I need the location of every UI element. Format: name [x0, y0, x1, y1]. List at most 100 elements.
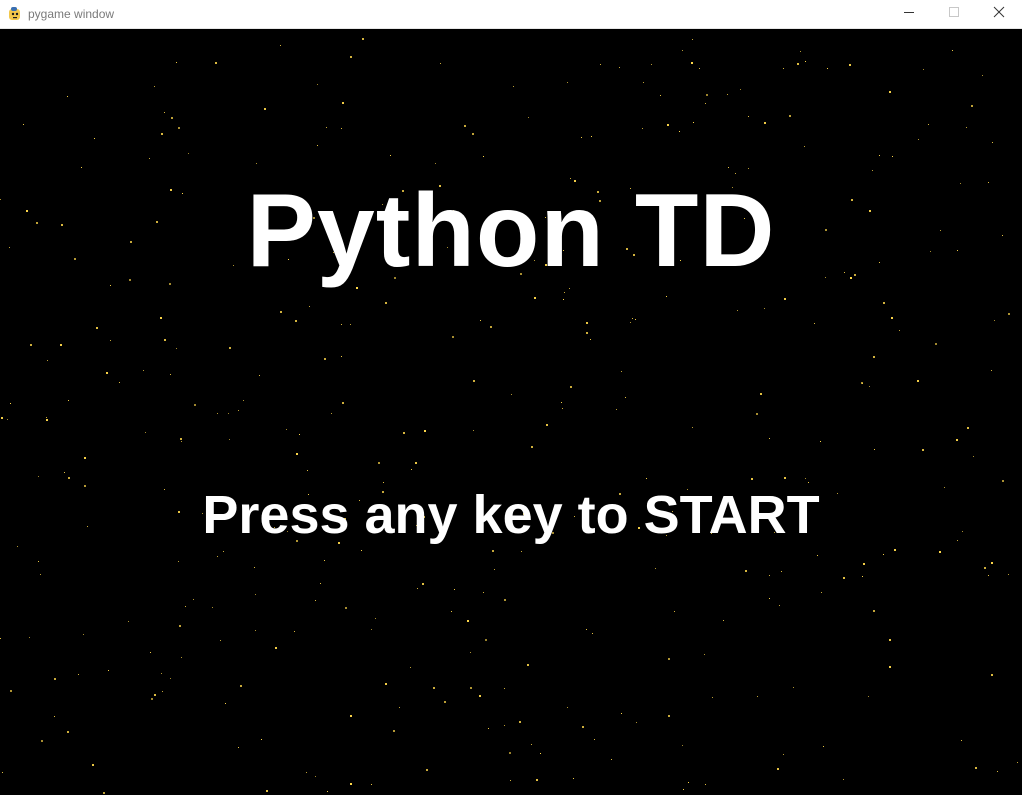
star [444, 701, 446, 703]
star [991, 370, 992, 371]
star [324, 560, 325, 561]
star [635, 319, 636, 320]
star [757, 696, 758, 697]
star [296, 453, 298, 455]
star [889, 91, 891, 93]
star [170, 374, 171, 375]
star [668, 658, 670, 660]
star [570, 386, 572, 388]
star [781, 571, 782, 572]
star [928, 124, 929, 125]
star [917, 380, 919, 382]
game-title: Python TD [246, 173, 776, 289]
star [341, 128, 342, 129]
star [872, 170, 873, 171]
starfield [0, 38, 1018, 794]
star [350, 715, 352, 717]
star [149, 158, 150, 159]
star [326, 127, 327, 128]
star [383, 482, 384, 483]
star [563, 299, 564, 300]
close-icon [993, 5, 1005, 23]
star [655, 568, 656, 569]
star [511, 394, 512, 395]
star [821, 592, 822, 593]
maximize-button[interactable] [931, 0, 977, 28]
star [78, 674, 79, 675]
star [154, 86, 155, 87]
star [692, 427, 693, 428]
star [561, 402, 562, 403]
star [994, 320, 995, 321]
star [666, 296, 667, 297]
star [426, 769, 428, 771]
star [38, 476, 39, 477]
minimize-button[interactable] [886, 0, 932, 28]
star [899, 330, 900, 331]
star [154, 694, 156, 696]
star [180, 438, 182, 440]
star [410, 667, 411, 668]
star [764, 308, 765, 309]
star [29, 637, 30, 638]
title-bar[interactable]: pygame window [0, 0, 1022, 29]
close-button[interactable] [976, 0, 1022, 28]
star [581, 137, 582, 138]
star [10, 403, 11, 404]
star [961, 740, 962, 741]
star [151, 698, 153, 700]
star [586, 629, 587, 630]
star [422, 583, 424, 585]
star [997, 771, 998, 772]
star [255, 594, 256, 595]
star [67, 96, 68, 97]
star [161, 133, 163, 135]
star [600, 64, 601, 65]
star [756, 413, 758, 415]
star [922, 449, 924, 451]
star [988, 575, 989, 576]
star [704, 654, 705, 655]
star [679, 131, 680, 132]
star [967, 427, 969, 429]
star [712, 697, 713, 698]
star [160, 317, 162, 319]
star [229, 347, 231, 349]
star [814, 323, 815, 324]
star [193, 599, 194, 600]
star [527, 664, 529, 666]
star [691, 62, 693, 64]
star [971, 105, 973, 107]
star [534, 297, 536, 299]
star [874, 449, 875, 450]
game-canvas[interactable]: Python TD Press any key to START [0, 29, 1022, 795]
star [341, 324, 342, 325]
star [823, 746, 824, 747]
star [973, 456, 974, 457]
star [488, 728, 489, 729]
star [682, 745, 683, 746]
star [591, 136, 592, 137]
star [748, 116, 749, 117]
star [342, 102, 344, 104]
star [145, 432, 146, 433]
star [452, 336, 454, 338]
star [674, 611, 675, 612]
star [777, 768, 779, 770]
window-title: pygame window [28, 7, 115, 21]
star [350, 56, 352, 58]
star [868, 696, 869, 697]
star [800, 51, 801, 52]
star [68, 477, 70, 479]
star [385, 683, 387, 685]
star [228, 413, 229, 414]
star [415, 462, 417, 464]
star [582, 726, 584, 728]
star [473, 430, 474, 431]
maximize-icon [948, 5, 960, 23]
star [378, 462, 380, 464]
star [567, 707, 568, 708]
star [280, 45, 281, 46]
star [164, 112, 165, 113]
star [660, 95, 661, 96]
